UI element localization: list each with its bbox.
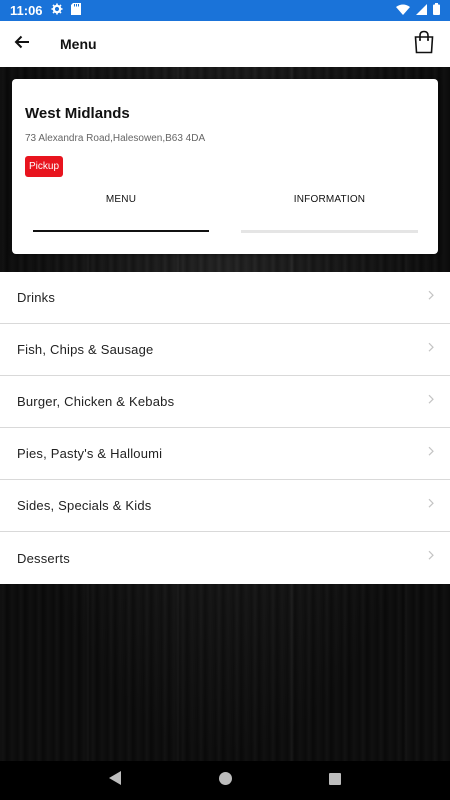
status-time: 11:06 <box>10 3 43 18</box>
tab-menu[interactable]: MENU <box>33 194 209 234</box>
category-label: Burger, Chicken & Kebabs <box>17 394 175 409</box>
home-circle-icon <box>218 771 232 790</box>
chevron-right-icon <box>428 547 434 565</box>
tab-information-indicator <box>241 230 418 233</box>
category-label: Drinks <box>17 290 56 305</box>
category-list: Drinks Fish, Chips & Sausage Burger, Chi… <box>0 272 450 584</box>
battery-icon <box>433 3 440 18</box>
page-title: Menu <box>60 36 97 52</box>
nav-back-button[interactable] <box>100 766 130 796</box>
category-item-drinks[interactable]: Drinks <box>0 272 450 324</box>
wifi-icon <box>396 3 410 18</box>
app-bar: Menu <box>0 21 450 67</box>
back-triangle-icon <box>109 771 121 790</box>
category-item-pies-pasty-halloumi[interactable]: Pies, Pasty's & Halloumi <box>0 428 450 480</box>
tab-menu-indicator <box>33 230 209 232</box>
chevron-right-icon <box>428 443 434 461</box>
settings-icon <box>51 3 63 18</box>
chevron-right-icon <box>428 391 434 409</box>
nav-home-button[interactable] <box>210 766 240 796</box>
chevron-right-icon <box>428 287 434 305</box>
tab-information-label: INFORMATION <box>293 194 366 205</box>
tab-information[interactable]: INFORMATION <box>241 194 418 234</box>
chevron-right-icon <box>428 495 434 513</box>
chevron-right-icon <box>428 339 434 357</box>
store-card: West Midlands 73 Alexandra Road,Halesowe… <box>12 79 438 254</box>
category-label: Sides, Specials & Kids <box>17 498 152 513</box>
recents-square-icon <box>329 772 341 790</box>
status-bar: 11:06 <box>0 0 450 21</box>
category-label: Pies, Pasty's & Halloumi <box>17 446 163 461</box>
system-nav-bar <box>0 761 450 800</box>
shopping-bag-icon <box>414 30 434 59</box>
category-label: Fish, Chips & Sausage <box>17 342 154 357</box>
sd-card-icon <box>70 3 81 18</box>
cart-button[interactable] <box>408 28 440 60</box>
category-item-burger-chicken-kebabs[interactable]: Burger, Chicken & Kebabs <box>0 376 450 428</box>
category-label: Desserts <box>17 550 70 566</box>
store-address: 73 Alexandra Road,Halesowen,B63 4DA <box>25 133 206 144</box>
category-item-sides-specials-kids[interactable]: Sides, Specials & Kids <box>0 480 450 532</box>
pickup-badge: Pickup <box>25 156 64 177</box>
tab-menu-label: MENU <box>105 194 137 205</box>
arrow-left-icon <box>14 35 30 54</box>
category-item-fish-chips-sausage[interactable]: Fish, Chips & Sausage <box>0 324 450 376</box>
signal-icon <box>416 3 427 18</box>
nav-recents-button[interactable] <box>320 766 350 796</box>
back-button[interactable] <box>0 21 44 67</box>
category-item-desserts[interactable]: Desserts <box>0 532 450 584</box>
store-name: West Midlands <box>25 105 130 122</box>
